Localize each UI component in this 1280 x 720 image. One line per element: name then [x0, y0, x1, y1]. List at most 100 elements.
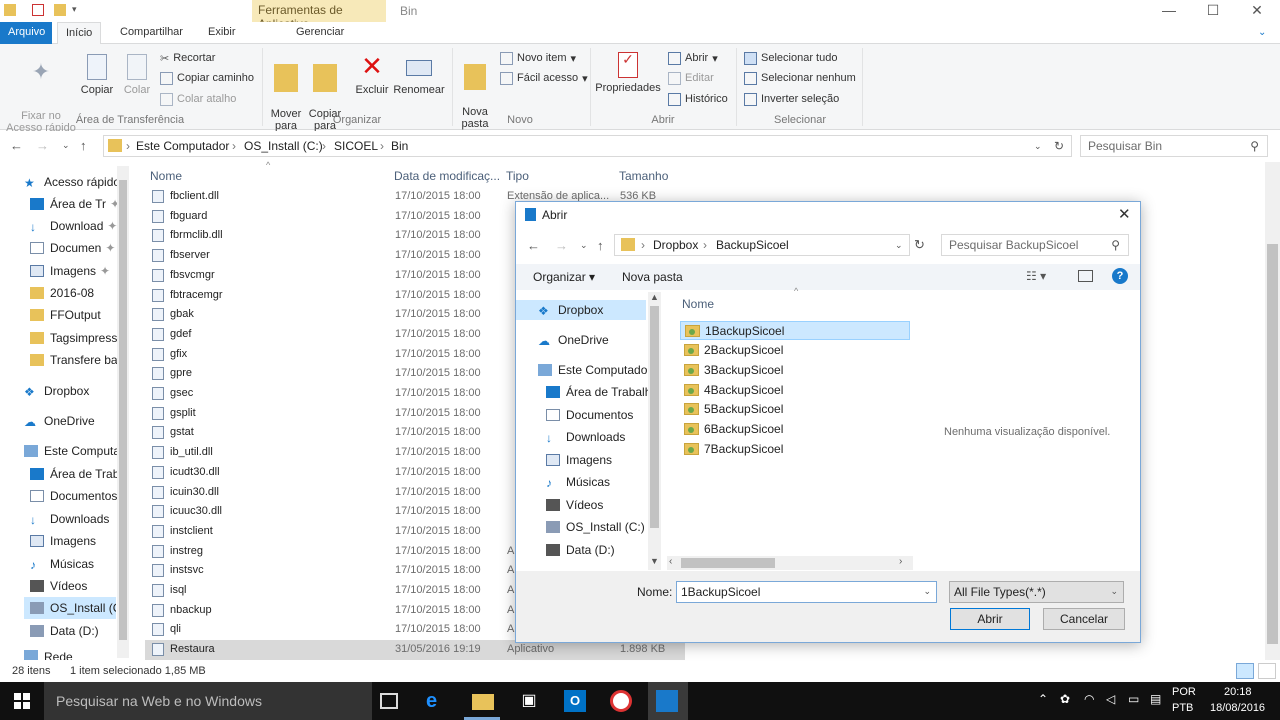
forward-arrow-icon[interactable]: →: [36, 138, 49, 153]
language-code[interactable]: POR: [1172, 686, 1196, 698]
scroll-right-icon[interactable]: ›: [899, 556, 902, 567]
chevron-down-icon[interactable]: ⌄: [895, 240, 903, 251]
dialog-folder-item[interactable]: 7BackupSicoel: [680, 439, 910, 458]
tab-compartilhar[interactable]: Compartilhar: [112, 22, 191, 44]
minimize-button[interactable]: —: [1146, 2, 1192, 20]
tab-exibir[interactable]: Exibir: [200, 22, 244, 44]
chevron-down-icon[interactable]: ⌄: [923, 586, 931, 597]
new-folder-button[interactable]: Nova pasta: [622, 270, 683, 284]
dialog-back-arrow-icon[interactable]: ←: [527, 238, 540, 253]
maximize-button[interactable]: ☐: [1190, 2, 1236, 20]
store-icon[interactable]: ▣: [518, 690, 540, 712]
file-type-select[interactable]: All File Types(*.*) ⌄: [949, 581, 1124, 603]
search-input[interactable]: Pesquisar Bin ⚲: [1080, 135, 1268, 157]
history-button[interactable]: Histórico: [668, 90, 728, 108]
dialog-breadcrumb-backupsicoel[interactable]: BackupSicoel: [716, 238, 789, 252]
breadcrumb-os-install[interactable]: OS_Install (C:): [244, 139, 323, 153]
scroll-left-icon[interactable]: ‹: [669, 556, 672, 567]
dialog-address-bar[interactable]: › Dropbox › BackupSicoel ⌄: [614, 234, 910, 256]
main-scrollbar-thumb[interactable]: [1267, 244, 1278, 644]
select-none-button[interactable]: Selecionar nenhum: [744, 69, 856, 87]
select-all-button[interactable]: Selecionar tudo: [744, 49, 837, 67]
tab-inicio[interactable]: Início: [57, 22, 102, 45]
easy-access-button[interactable]: Fácil acesso ▾: [500, 69, 588, 87]
sicoel-app-icon[interactable]: [656, 690, 678, 712]
dialog-nav-dropbox[interactable]: ❖ Dropbox: [516, 300, 646, 320]
recent-locations-icon[interactable]: ⌄: [62, 140, 70, 151]
volume-icon[interactable]: ◁: [1106, 692, 1115, 706]
delete-button[interactable]: ✕ Excluir: [354, 52, 390, 96]
scroll-thumb[interactable]: [681, 558, 775, 568]
dialog-nav-os-install[interactable]: OS_Install (C:): [546, 517, 645, 537]
properties-button[interactable]: ✓ Propriedades: [594, 52, 662, 94]
open-button[interactable]: Abrir ▾: [668, 49, 718, 67]
dialog-search-input[interactable]: Pesquisar BackupSicoel ⚲: [941, 234, 1129, 256]
preview-pane-icon[interactable]: [1078, 270, 1093, 282]
edit-button[interactable]: Editar: [668, 69, 714, 87]
dialog-nav-imagens[interactable]: Imagens: [546, 450, 612, 470]
address-bar[interactable]: › Este Computador › OS_Install (C:) › SI…: [103, 135, 1072, 157]
up-arrow-icon[interactable]: ↑: [80, 138, 87, 153]
scroll-up-icon[interactable]: ▲: [650, 292, 659, 302]
scroll-thumb[interactable]: [650, 306, 659, 528]
dialog-folder-item[interactable]: 2BackupSicoel: [680, 341, 910, 360]
notifications-icon[interactable]: ▤: [1150, 692, 1161, 706]
taskbar-search[interactable]: Pesquisar na Web e no Windows: [44, 682, 372, 720]
properties-icon[interactable]: [32, 4, 44, 16]
new-item-button[interactable]: Novo item ▾: [500, 49, 576, 67]
dialog-folder-item[interactable]: 6BackupSicoel: [680, 420, 910, 439]
dialog-column-name[interactable]: Nome: [682, 297, 714, 311]
details-view-icon[interactable]: [1236, 663, 1254, 679]
cancel-button[interactable]: Cancelar: [1043, 608, 1125, 630]
back-arrow-icon[interactable]: ←: [10, 138, 23, 153]
column-type[interactable]: Tipo: [506, 169, 529, 183]
windows-start-icon[interactable]: [14, 693, 30, 709]
app-circle-icon[interactable]: [610, 690, 632, 712]
dialog-nav-downloads[interactable]: ↓ Downloads: [546, 427, 625, 447]
dialog-folder-item[interactable]: 3BackupSicoel: [680, 360, 910, 379]
column-size[interactable]: Tamanho: [619, 169, 668, 183]
edge-browser-icon[interactable]: e: [426, 690, 448, 712]
column-date[interactable]: Data de modificaç...: [394, 169, 500, 183]
dialog-breadcrumb-dropbox[interactable]: Dropbox: [653, 238, 698, 252]
keyboard-layout[interactable]: PTB: [1172, 702, 1193, 714]
chevron-down-icon[interactable]: ⌄: [1034, 141, 1042, 152]
dialog-forward-arrow-icon[interactable]: →: [555, 238, 568, 253]
refresh-icon[interactable]: ↻: [1054, 139, 1064, 153]
dialog-nav-area-de-trabalho[interactable]: Área de Trabalho: [546, 382, 658, 402]
open-button[interactable]: Abrir: [950, 608, 1030, 630]
tab-arquivo[interactable]: Arquivo: [0, 22, 52, 44]
show-hidden-icons-icon[interactable]: ⌃: [1038, 692, 1048, 706]
large-icons-view-icon[interactable]: [1258, 663, 1276, 679]
clock-date[interactable]: 18/08/2016: [1210, 702, 1265, 714]
expand-ribbon-icon[interactable]: ⌄: [1258, 27, 1266, 38]
dialog-refresh-icon[interactable]: ↻: [914, 237, 925, 253]
dialog-close-icon[interactable]: ✕: [1118, 205, 1131, 223]
invert-selection-button[interactable]: Inverter seleção: [744, 90, 839, 108]
paste-button[interactable]: Colar: [120, 54, 154, 96]
breadcrumb-sicoel[interactable]: SICOEL: [334, 139, 378, 153]
help-icon[interactable]: ?: [1112, 268, 1128, 284]
copy-button[interactable]: Copiar: [78, 54, 116, 96]
paste-shortcut-button[interactable]: Colar atalho: [160, 90, 236, 108]
cut-button[interactable]: ✂ Recortar: [160, 49, 215, 67]
close-button[interactable]: ✕: [1234, 2, 1280, 20]
outlook-icon[interactable]: O: [564, 690, 586, 712]
dialog-nav-scrollbar[interactable]: ▲ ▼: [648, 292, 661, 570]
dialog-up-arrow-icon[interactable]: ↑: [597, 238, 604, 253]
dialog-folder-item[interactable]: 4BackupSicoel: [680, 380, 910, 399]
new-folder-icon[interactable]: [54, 4, 66, 16]
dialog-nav-data-d[interactable]: Data (D:): [546, 540, 615, 560]
dialog-nav-documentos[interactable]: Documentos: [546, 405, 633, 425]
scroll-down-icon[interactable]: ▼: [650, 556, 659, 566]
tab-gerenciar[interactable]: Gerenciar: [288, 22, 352, 44]
rename-button[interactable]: Renomear: [392, 52, 446, 96]
view-options-icon[interactable]: ☷ ▾: [1026, 269, 1046, 283]
breadcrumb-este-computador[interactable]: Este Computador: [136, 139, 229, 153]
breadcrumb-bin[interactable]: Bin: [391, 139, 408, 153]
tray-app-icon[interactable]: ✿: [1060, 692, 1070, 706]
dialog-nav-onedrive[interactable]: ☁ OneDrive: [538, 330, 609, 350]
dialog-folder-item[interactable]: 1BackupSicoel: [680, 321, 910, 340]
column-name[interactable]: Nome: [150, 169, 182, 183]
file-row[interactable]: Restaura 31/05/2016 19:19 Aplicativo 1.898 …: [145, 640, 685, 660]
